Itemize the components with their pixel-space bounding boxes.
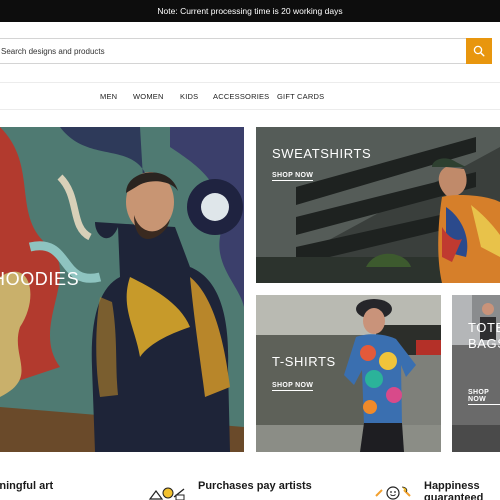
tile-tote-bags[interactable]: TOTE BAGS SHOP NOW	[452, 295, 500, 452]
search-button[interactable]	[466, 38, 492, 64]
tile-sweatshirts-shop-now[interactable]: SHOP NOW	[272, 172, 314, 181]
tshirts-image	[256, 295, 441, 452]
tile-tote-bags-title: TOTE BAGS	[468, 320, 500, 351]
tote-bags-image	[452, 295, 500, 452]
search-bar	[0, 38, 492, 64]
artist-payment-icon	[148, 487, 185, 500]
happiness-icon	[375, 486, 411, 500]
feature-purchases-pay-artists: Purchases pay artists	[198, 480, 312, 492]
nav-item-accessories[interactable]: ACCESSORIES	[213, 92, 269, 101]
nav-item-kids[interactable]: KIDS	[180, 92, 198, 101]
tile-tshirts-shop-now[interactable]: SHOP NOW	[272, 382, 314, 391]
announcement-bar: Note: Current processing time is 20 work…	[0, 0, 500, 22]
category-nav: MEN WOMEN KIDS ACCESSORIES GIFT CARDS	[0, 82, 500, 110]
tile-hoodies[interactable]: HOODIES	[0, 127, 244, 452]
feature-happiness-guaranteed: Happiness guaranteed	[424, 480, 484, 500]
announcement-text: Note: Current processing time is 20 work…	[157, 6, 343, 16]
search-icon	[473, 45, 485, 57]
nav-item-men[interactable]: MEN	[100, 92, 117, 101]
nav-item-gift-cards[interactable]: GIFT CARDS	[277, 92, 324, 101]
feature-meaningful-art: Meaningful art	[0, 480, 54, 492]
tile-hoodies-title: HOODIES	[0, 269, 80, 289]
tile-tote-bags-shop-now[interactable]: SHOP NOW	[468, 389, 500, 405]
tile-tshirts[interactable]: T-SHIRTS SHOP NOW	[256, 295, 441, 452]
tile-tshirts-title: T-SHIRTS	[272, 354, 336, 369]
nav-item-women[interactable]: WOMEN	[133, 92, 164, 101]
tile-sweatshirts[interactable]: SWEATSHIRTS SHOP NOW	[256, 127, 500, 283]
search-input[interactable]	[0, 38, 466, 64]
tile-sweatshirts-title: SWEATSHIRTS	[272, 146, 372, 161]
